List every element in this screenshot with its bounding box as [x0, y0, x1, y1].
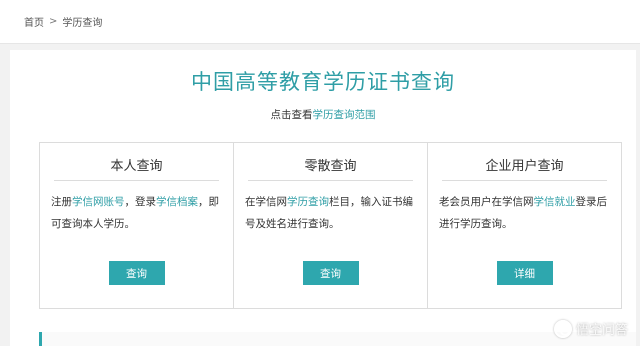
watermark: 悟空问答	[553, 319, 628, 338]
scope-link[interactable]: 学历查询范围	[313, 109, 376, 121]
card-description: 在学信网学历查询栏目，输入证书编号及姓名进行查询。	[245, 191, 417, 235]
desc-link[interactable]: 学信网账号	[72, 196, 125, 208]
desc-link[interactable]: 学信就业	[534, 196, 576, 208]
card-description: 注册学信网账号，登录学信档案，即可查询本人学历。	[51, 191, 223, 235]
enterprise-detail-button[interactable]: 详细	[496, 261, 553, 285]
card-title: 零散查询	[248, 155, 413, 181]
breadcrumb: 首页 > 学历查询	[0, 0, 640, 44]
desc-text: 注册	[51, 196, 72, 208]
card-enterprise-query: 企业用户查询 老会员用户在学信网学信就业登录后进行学历查询。 详细	[428, 143, 621, 308]
scope-prefix: 点击查看	[270, 109, 313, 121]
desc-link[interactable]: 学历查询	[287, 196, 329, 208]
next-section-header	[39, 332, 636, 346]
scope-line: 点击查看学历查询范围	[10, 107, 636, 122]
query-cards: 本人查询 注册学信网账号，登录学信档案，即可查询本人学历。 查询 零散查询 在学…	[39, 142, 622, 309]
wukong-logo-icon	[553, 319, 572, 338]
desc-link[interactable]: 学信档案	[156, 196, 198, 208]
desc-text: 老会员用户在学信网	[439, 196, 534, 208]
card-self-query: 本人查询 注册学信网账号，登录学信档案，即可查询本人学历。 查询	[40, 143, 234, 308]
breadcrumb-separator: >	[49, 16, 58, 27]
desc-text: ，登录	[124, 196, 157, 208]
self-query-button[interactable]: 查询	[108, 261, 165, 285]
watermark-text: 悟空问答	[575, 323, 628, 338]
single-query-button[interactable]: 查询	[302, 261, 359, 285]
card-title: 企业用户查询	[442, 155, 607, 181]
breadcrumb-home-link[interactable]: 首页	[24, 14, 44, 29]
card-single-query: 零散查询 在学信网学历查询栏目，输入证书编号及姓名进行查询。 查询	[234, 143, 428, 308]
card-description: 老会员用户在学信网学信就业登录后进行学历查询。	[439, 191, 611, 235]
card-title: 本人查询	[54, 155, 219, 181]
content-panel: 中国高等教育学历证书查询 点击查看学历查询范围 本人查询 注册学信网账号，登录学…	[10, 50, 636, 346]
breadcrumb-current[interactable]: 学历查询	[62, 14, 102, 29]
desc-text: 在学信网	[245, 196, 287, 208]
page-title: 中国高等教育学历证书查询	[191, 70, 455, 94]
